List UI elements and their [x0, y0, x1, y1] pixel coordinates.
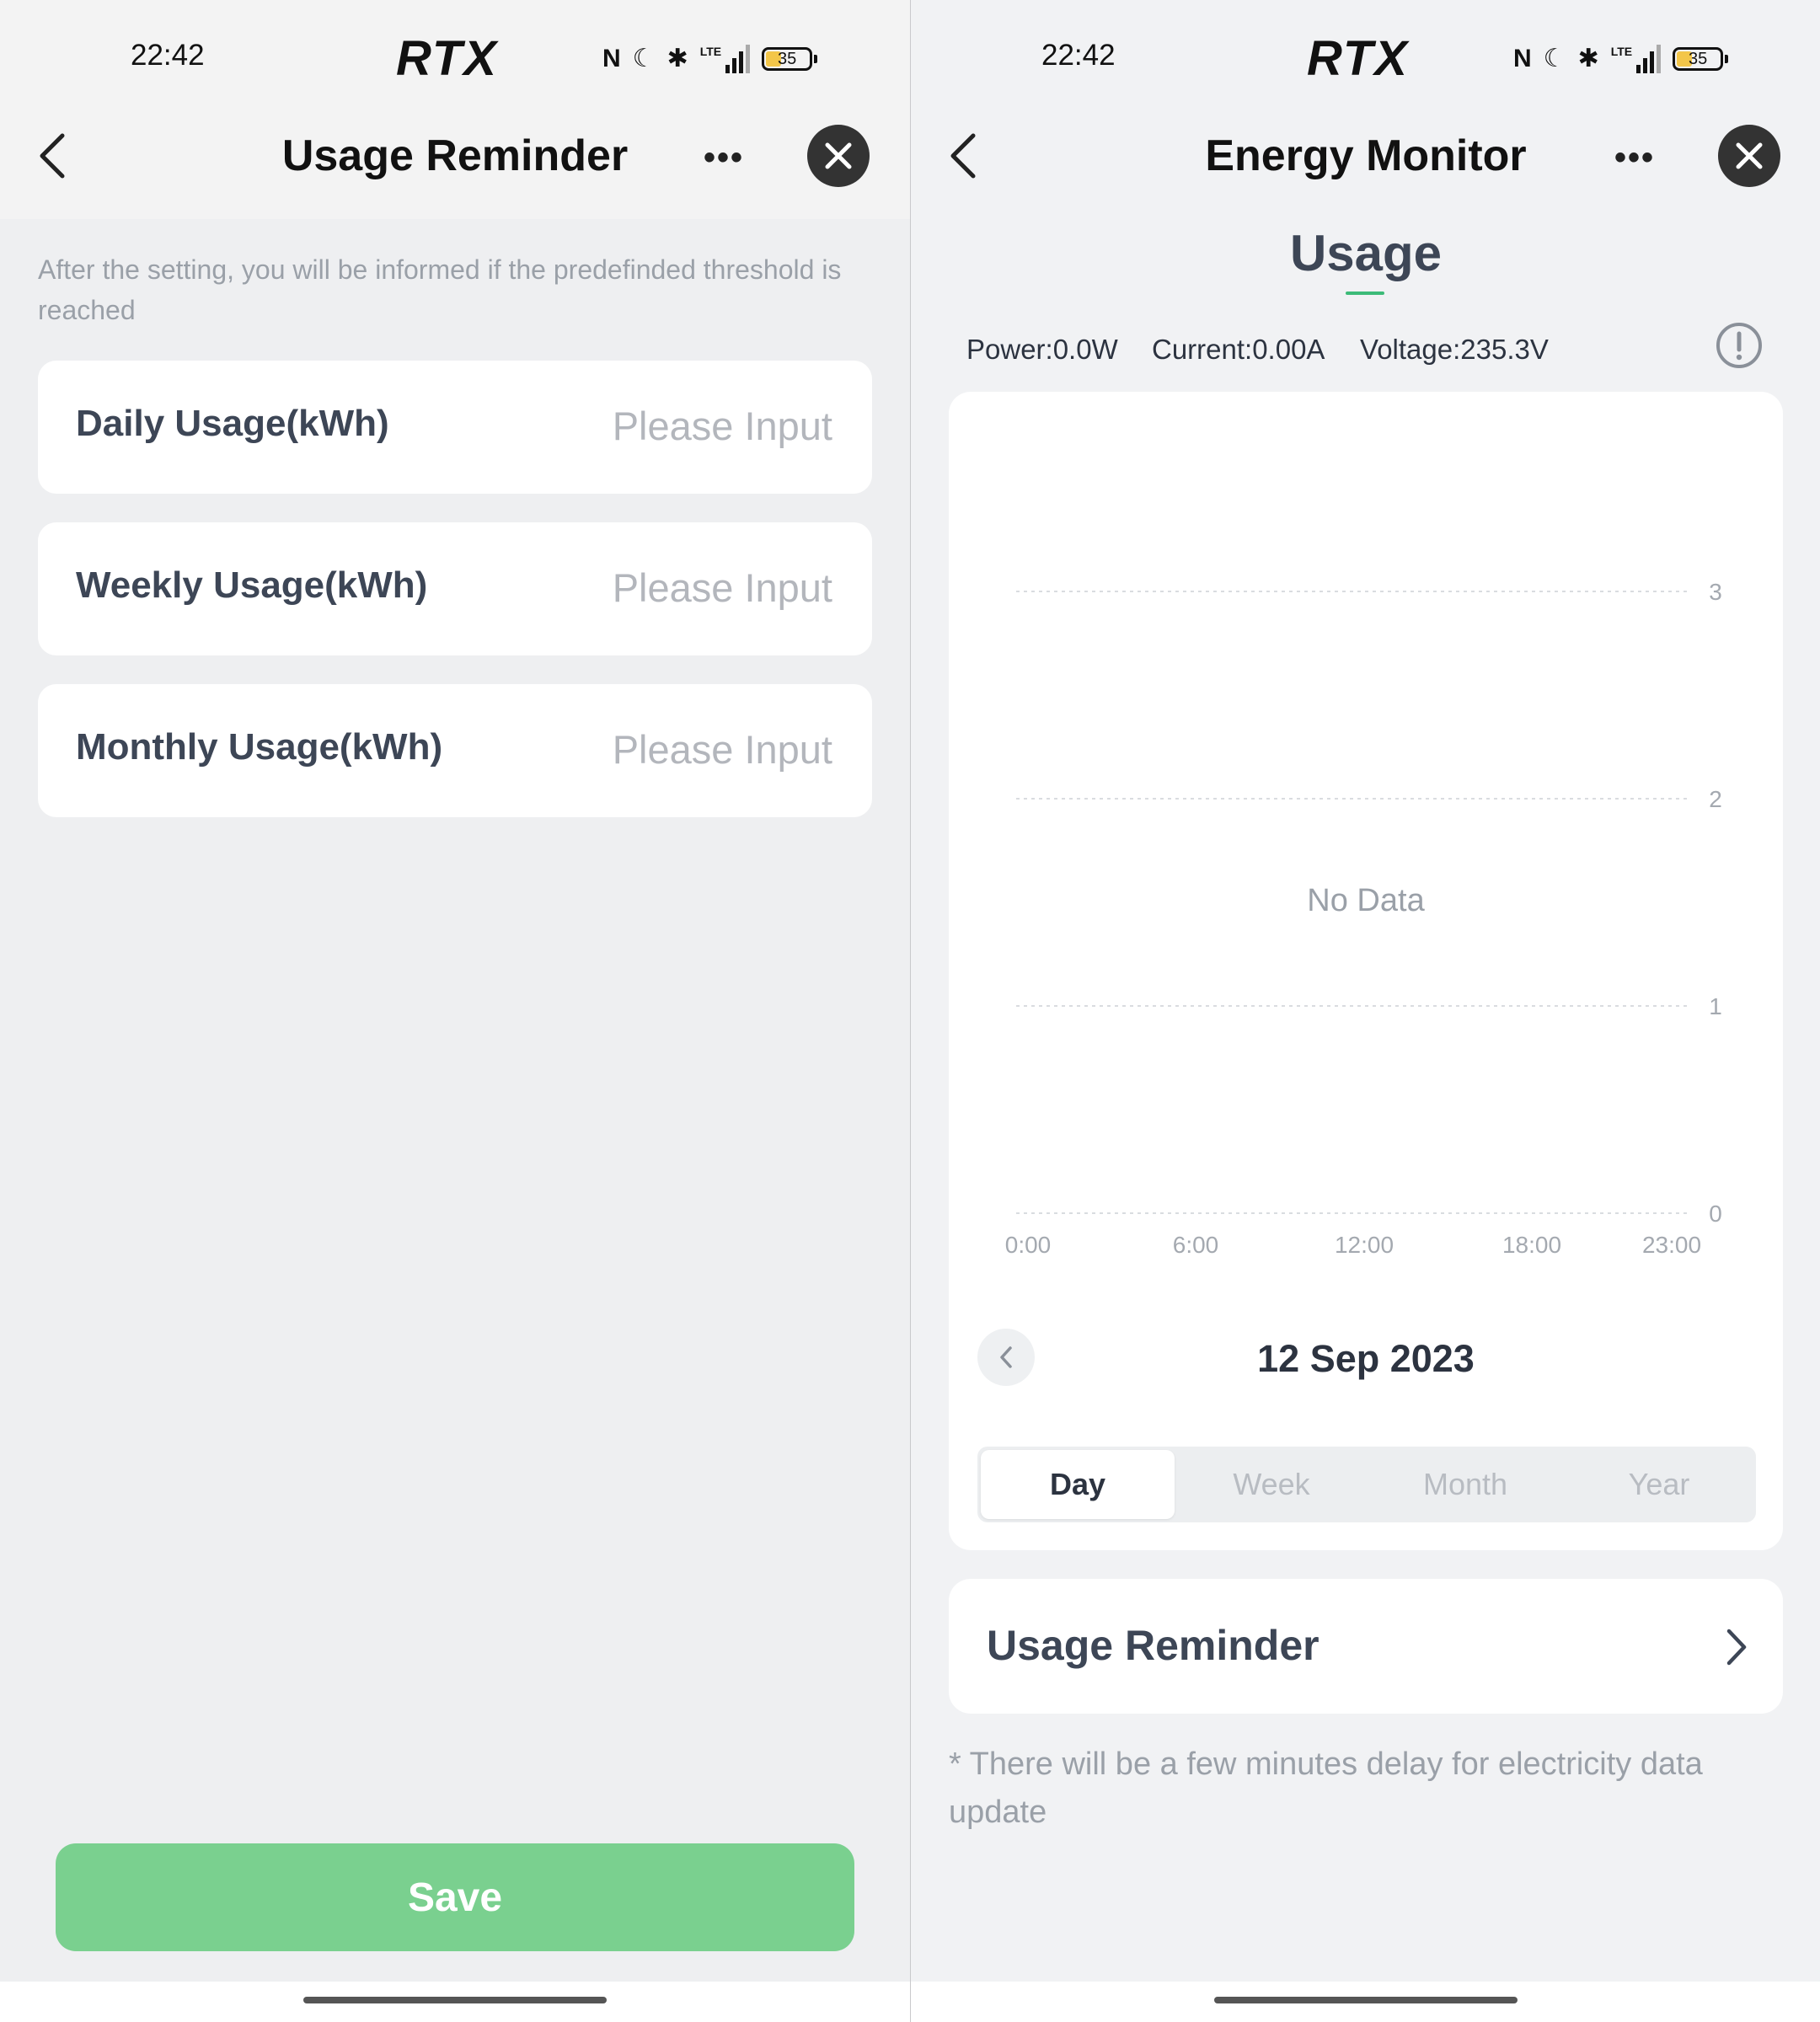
tab-month[interactable]: Month	[1368, 1450, 1562, 1519]
monthly-usage-label: Monthly Usage(kWh)	[76, 726, 443, 768]
x-tick-label-3: 18:00	[1502, 1232, 1561, 1258]
usage-tab-indicator	[1346, 292, 1384, 295]
page-title: Energy Monitor	[1205, 131, 1527, 180]
status-icons: N ☾ ✱ LTE 35	[602, 42, 818, 76]
top-bar: 22:42 RTX N ☾ ✱ LTE 35 Usage Reminder ••…	[0, 0, 910, 219]
signal-icon: LTE	[699, 45, 751, 73]
tab-year[interactable]: Year	[1562, 1450, 1756, 1519]
monthly-usage-input[interactable]	[544, 721, 834, 777]
weekly-usage-input[interactable]	[544, 559, 834, 615]
moon-icon: ☾	[1543, 45, 1566, 72]
page-title: Usage Reminder	[281, 131, 629, 180]
tab-week[interactable]: Week	[1175, 1450, 1368, 1519]
power-readout: Power:0.0W	[966, 334, 1118, 365]
x-tick-label-1: 6:00	[1173, 1232, 1219, 1258]
usage-tab-title[interactable]: Usage	[911, 224, 1820, 282]
y-tick-label-2: 2	[1709, 786, 1722, 812]
home-indicator[interactable]	[1214, 1997, 1518, 2003]
period-selector: Day Week Month Year	[977, 1447, 1756, 1522]
threshold-hint: After the setting, you will be informed …	[38, 254, 842, 325]
bluetooth-icon: ✱	[1577, 45, 1599, 72]
y-tick-label-1: 1	[1709, 993, 1722, 1019]
nfc-icon: N	[1513, 45, 1532, 72]
home-indicator[interactable]	[303, 1997, 607, 2003]
battery-icon: 35	[1673, 47, 1729, 71]
x-tick-label-4: 23:00	[1642, 1232, 1701, 1258]
network-type: LTE	[1610, 45, 1633, 58]
y-tick-label-0: 0	[1709, 1201, 1722, 1227]
battery-icon: 35	[762, 47, 818, 71]
close-icon	[1736, 142, 1763, 169]
daily-usage-label: Daily Usage(kWh)	[76, 403, 389, 444]
chevron-right-icon	[1726, 1629, 1747, 1666]
signal-icon: LTE	[1610, 45, 1662, 73]
brand-logo: RTX	[1307, 31, 1409, 86]
weekly-usage-row: Weekly Usage(kWh)	[38, 522, 872, 655]
usage-chart-card: 0 1 2 3 0:00 6:00 12:00 18:00 23:00 No Data 12 S…	[949, 392, 1783, 1550]
y-tick-label-3: 3	[1709, 579, 1722, 605]
usage-reminder-link[interactable]: Usage Reminder	[949, 1579, 1783, 1714]
selected-date: 12 Sep 2023	[1257, 1337, 1475, 1380]
daily-usage-input[interactable]	[544, 398, 834, 453]
save-button[interactable]: Save	[56, 1843, 854, 1951]
tab-day[interactable]: Day	[981, 1450, 1175, 1519]
delay-footnote: * There will be a few minutes delay for …	[949, 1747, 1703, 1830]
moon-icon: ☾	[632, 45, 656, 72]
x-tick-label-2: 12:00	[1335, 1232, 1394, 1258]
usage-reminder-label: Usage Reminder	[987, 1622, 1320, 1669]
battery-level: 35	[778, 50, 797, 68]
close-icon	[825, 142, 852, 169]
status-icons: N ☾ ✱ LTE 35	[1513, 42, 1729, 76]
usage-chart: 0 1 2 3 0:00 6:00 12:00 18:00 23:00	[1005, 579, 1722, 1258]
battery-level: 35	[1689, 50, 1708, 68]
network-type: LTE	[699, 45, 722, 58]
nfc-icon: N	[602, 45, 621, 72]
x-tick-label-0: 0:00	[1005, 1232, 1052, 1258]
no-data-message: No Data	[1307, 883, 1425, 918]
usage-reminder-screen: 22:42 RTX N ☾ ✱ LTE 35 Usage Reminder ••…	[0, 0, 910, 2022]
energy-monitor-screen: 22:42 RTX N ☾ ✱ LTE 35 Energy Monitor ••…	[911, 0, 1820, 2022]
status-time: 22:42	[131, 39, 205, 72]
brand-logo: RTX	[396, 31, 498, 86]
top-bar: 22:42 RTX N ☾ ✱ LTE 35 Energy Monitor ••…	[911, 0, 1820, 219]
close-button[interactable]	[1718, 125, 1780, 187]
more-icon[interactable]: •••	[704, 139, 744, 177]
bluetooth-icon: ✱	[666, 45, 688, 72]
date-navigator: 12 Sep 2023	[949, 1329, 1783, 1388]
status-time: 22:42	[1041, 39, 1116, 72]
more-icon[interactable]: •••	[1614, 139, 1655, 177]
info-icon[interactable]	[1716, 322, 1763, 369]
current-readout: Current:0.00A	[1152, 334, 1325, 365]
monthly-usage-row: Monthly Usage(kWh)	[38, 684, 872, 817]
weekly-usage-label: Weekly Usage(kWh)	[76, 564, 428, 606]
voltage-readout: Voltage:235.3V	[1360, 334, 1549, 365]
close-button[interactable]	[807, 125, 870, 187]
daily-usage-row: Daily Usage(kWh)	[38, 361, 872, 494]
